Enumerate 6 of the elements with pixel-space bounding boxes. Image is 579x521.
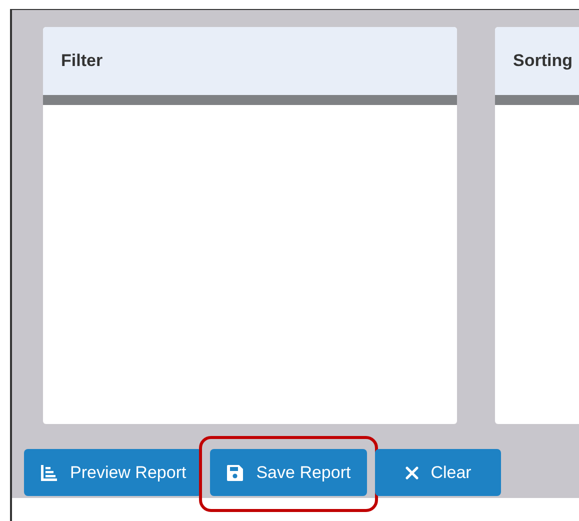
action-button[interactable]: Clear [374, 449, 502, 496]
bar-chart-icon [40, 464, 58, 482]
panel-title: Sorting [513, 50, 572, 72]
action-button[interactable]: Save Report [210, 449, 367, 496]
panel-title: Filter [61, 50, 103, 72]
close-icon [404, 466, 419, 480]
